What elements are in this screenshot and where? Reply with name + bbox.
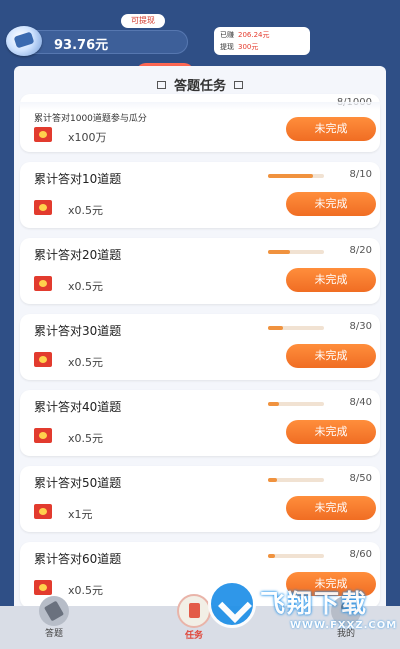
task-progress-text: 8/60	[349, 549, 372, 560]
task-title: 累计答对30道题	[34, 324, 122, 338]
red-packet-icon	[34, 352, 52, 367]
withdrawn-value: 300元	[238, 43, 259, 51]
red-packet-icon	[34, 428, 52, 443]
task-progress-bar	[268, 174, 324, 178]
task-progress-bar	[268, 478, 324, 482]
nav-item-answer[interactable]: 答题	[34, 596, 74, 639]
earned-value: 206.24元	[238, 31, 270, 39]
task-title: 累计答对10道题	[34, 172, 122, 186]
title-deco-left-icon	[156, 80, 166, 89]
task-progress-text: 8/10	[349, 169, 372, 180]
task-progress-bar	[268, 250, 324, 254]
task-card: 累计答对20道题 8/20 x0.5元 未完成	[20, 238, 380, 304]
red-packet-icon	[34, 504, 52, 519]
nav-label: 任务	[184, 631, 203, 641]
task-progress-text: 8/30	[349, 321, 372, 332]
withdraw-available-tag: 可提现	[121, 14, 165, 28]
red-packet-icon	[34, 127, 52, 142]
red-packet-icon	[34, 200, 52, 215]
task-progress-fill	[268, 554, 276, 558]
task-progress-fill	[268, 174, 313, 178]
nav-label: 答题	[44, 629, 63, 639]
task-progress-bar	[268, 326, 324, 330]
task-title: 累计答对60道题	[34, 552, 122, 566]
task-card: 累计答对30道题 8/30 x0.5元 未完成	[20, 314, 380, 380]
earned-row: 已赚 206.24元	[220, 29, 304, 41]
earnings-stats: 已赚 206.24元 提现 300元	[214, 27, 310, 55]
task-card: 累计答对50道题 8/50 x1元 未完成	[20, 466, 380, 532]
task-title: 累计答对40道题	[34, 400, 122, 414]
panel-title: 答题任务	[173, 79, 226, 94]
task-status-button[interactable]: 未完成	[286, 496, 376, 520]
task-status-button[interactable]: 未完成	[286, 117, 376, 141]
watermark-text: 飞翔下载	[260, 589, 369, 618]
task-status-button[interactable]: 未完成	[286, 420, 376, 444]
balance-pill: 93.76元 提现	[6, 26, 194, 83]
task-progress-bar	[268, 402, 324, 406]
scroll-fade	[14, 102, 386, 110]
task-reward: x1元	[68, 508, 93, 521]
task-card: 累计答对40道题 8/40 x0.5元 未完成	[20, 390, 380, 456]
red-packet-icon	[34, 276, 52, 291]
earned-label: 已赚	[220, 31, 234, 39]
pencil-icon	[39, 596, 69, 626]
task-reward: x0.5元	[68, 280, 104, 293]
task-title: 累计答对50道题	[34, 476, 122, 490]
task-title: 累计答对20道题	[34, 248, 122, 262]
task-reward: x0.5元	[68, 432, 104, 445]
task-progress-fill	[268, 250, 291, 254]
watermark-url: WWW.FXXZ.COM	[290, 620, 398, 631]
withdrawn-label: 提现	[220, 43, 234, 51]
task-status-button[interactable]: 未完成	[286, 192, 376, 216]
wallet-icon	[6, 26, 42, 56]
balance-amount: 93.76元	[54, 38, 109, 53]
task-progress-fill	[268, 402, 280, 406]
watermark: 飞翔下载 WWW.FXXZ.COM	[206, 578, 400, 649]
task-progress-fill	[268, 326, 283, 330]
task-progress-text: 8/50	[349, 473, 372, 484]
task-status-button[interactable]: 未完成	[286, 268, 376, 292]
task-status-button[interactable]: 未完成	[286, 344, 376, 368]
title-deco-right-icon	[234, 80, 243, 89]
task-reward: x0.5元	[68, 356, 104, 369]
top-bar: 93.76元 提现 可提现 已赚 206.24元 提现 300元	[0, 0, 400, 83]
watermark-logo-icon	[208, 580, 256, 628]
task-progress-bar	[268, 554, 324, 558]
task-panel: 答题任务 8/1000 累计答对1000道题参与瓜分 x100万 未完成 累计答…	[14, 66, 386, 618]
withdrawn-row: 提现 300元	[220, 41, 304, 53]
red-packet-icon	[34, 580, 52, 595]
task-reward: x0.5元	[68, 204, 104, 217]
task-progress-fill	[268, 478, 277, 482]
task-card: 累计答对10道题 8/10 x0.5元 未完成	[20, 162, 380, 228]
task-progress-text: 8/20	[349, 245, 372, 256]
task-reward: x100万	[68, 131, 107, 144]
task-title: 累计答对1000道题参与瓜分	[34, 114, 147, 124]
task-progress-text: 8/40	[349, 397, 372, 408]
